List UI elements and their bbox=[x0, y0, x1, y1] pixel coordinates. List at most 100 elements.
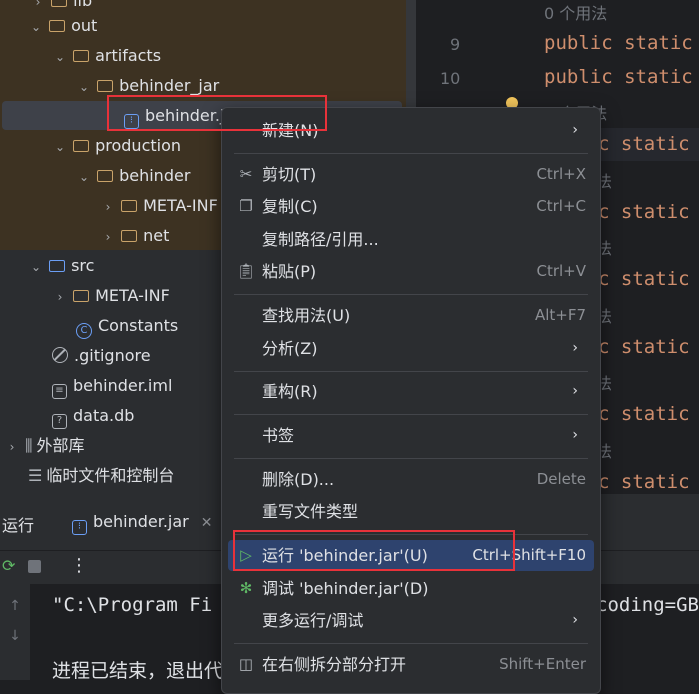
ignore-file-icon bbox=[52, 347, 68, 363]
folder-icon bbox=[97, 170, 114, 182]
tree-item-label: lib bbox=[73, 0, 93, 10]
menu-item-analyze[interactable]: 分析(Z) › bbox=[228, 333, 594, 364]
chevron-right-icon: › bbox=[105, 230, 111, 244]
tree-item-net[interactable]: › net bbox=[100, 221, 170, 251]
tree-item-label: out bbox=[71, 16, 98, 35]
tree-item-scratches[interactable]: ☰ 临时文件和控制台 bbox=[28, 461, 174, 491]
tree-item-label: artifacts bbox=[95, 46, 162, 65]
menu-item-cut[interactable]: ✂ 剪切(T) Ctrl+X bbox=[228, 159, 594, 190]
tree-item-out[interactable]: ⌄ out bbox=[28, 11, 97, 41]
menu-item-refactor[interactable]: 重构(R) › bbox=[228, 376, 594, 407]
menu-shortcut: Ctrl+X bbox=[536, 165, 586, 183]
tree-item-constants[interactable]: C Constants bbox=[76, 311, 178, 341]
menu-shortcut: Delete bbox=[536, 470, 586, 488]
usage-hint[interactable]: 0 个用法 bbox=[544, 0, 607, 24]
tab-behinder-jar[interactable]: ⁝ behinder.jar ✕ bbox=[58, 506, 212, 538]
tree-item-meta-inf-src[interactable]: › META-INF bbox=[52, 281, 170, 311]
menu-item-label: 分析(Z) bbox=[262, 339, 318, 358]
tree-item-data-db[interactable]: ? data.db bbox=[52, 401, 134, 431]
run-panel-title: 运行 bbox=[2, 516, 35, 535]
folder-icon bbox=[49, 20, 66, 32]
menu-item-find-usages[interactable]: 查找用法(U) Alt+F7 bbox=[228, 300, 594, 331]
tree-item-label: behinder bbox=[119, 166, 191, 185]
tree-item-label: behinder.iml bbox=[73, 376, 173, 395]
arrow-up-icon[interactable]: ↑ bbox=[0, 598, 30, 614]
menu-item-label: 粘贴(P) bbox=[262, 262, 317, 281]
code-line: c static bbox=[598, 133, 690, 155]
menu-item-debug[interactable]: ✻ 调试 'behinder.jar'(D) bbox=[228, 573, 594, 604]
tree-item-label: 外部库 bbox=[36, 436, 85, 455]
tree-item-label: src bbox=[71, 256, 95, 275]
tree-item-external-libraries[interactable]: › ⫼ 外部库 bbox=[4, 431, 85, 461]
code-line: c static bbox=[598, 201, 690, 223]
chevron-right-icon: › bbox=[572, 122, 578, 138]
unknown-file-icon: ? bbox=[52, 414, 67, 429]
menu-item-open-split-right[interactable]: ◫ 在右侧拆分部分打开 Shift+Enter bbox=[228, 649, 594, 680]
folder-icon bbox=[121, 200, 138, 212]
menu-item-label: 复制路径/引用... bbox=[262, 230, 379, 249]
folder-icon bbox=[73, 290, 90, 302]
chevron-down-icon: ⌄ bbox=[30, 260, 42, 274]
scratches-icon: ☰ bbox=[28, 466, 43, 485]
tree-item-label: META-INF bbox=[95, 286, 170, 305]
tree-item-gitignore[interactable]: .gitignore bbox=[52, 341, 151, 371]
chevron-right-icon: › bbox=[572, 340, 578, 356]
menu-item-label: 重构(R) bbox=[262, 382, 318, 401]
menu-item-label: 调试 'behinder.jar'(D) bbox=[262, 579, 429, 598]
library-icon: ⫼ bbox=[25, 436, 33, 455]
tree-item-behinder-iml[interactable]: ≡ behinder.iml bbox=[52, 371, 172, 401]
tree-item-artifacts[interactable]: ⌄ artifacts bbox=[52, 41, 161, 71]
menu-item-bookmarks[interactable]: 书签 › bbox=[228, 420, 594, 451]
menu-shortcut: Shift+Enter bbox=[499, 655, 586, 673]
chevron-right-icon: › bbox=[572, 383, 578, 399]
tree-item-label: .gitignore bbox=[74, 346, 151, 365]
folder-icon bbox=[51, 0, 68, 7]
menu-item-paste[interactable]: 📋︎ 粘贴(P) Ctrl+V bbox=[228, 256, 594, 287]
menu-item-delete[interactable]: 删除(D)... Delete bbox=[228, 464, 594, 495]
chevron-down-icon: ⌄ bbox=[54, 50, 66, 64]
menu-shortcut: Alt+F7 bbox=[534, 306, 586, 324]
tree-item-src[interactable]: ⌄ src bbox=[28, 251, 94, 281]
tree-item-label: net bbox=[143, 226, 170, 245]
menu-item-label: 在右侧拆分部分打开 bbox=[262, 655, 407, 674]
arrow-down-icon[interactable]: ↓ bbox=[0, 628, 30, 644]
split-icon: ◫ bbox=[238, 655, 254, 673]
rerun-icon[interactable]: ⟳ bbox=[2, 556, 15, 575]
console-line: "C:\Program Fi bbox=[52, 594, 213, 616]
console-line: coding=GB bbox=[596, 594, 699, 616]
tree-item-production[interactable]: ⌄ production bbox=[52, 131, 181, 161]
chevron-down-icon: ⌄ bbox=[54, 140, 66, 154]
menu-separator bbox=[234, 643, 588, 644]
close-icon[interactable]: ✕ bbox=[201, 515, 213, 531]
chevron-down-icon: ⌄ bbox=[30, 20, 42, 34]
scissors-icon: ✂ bbox=[239, 165, 253, 183]
stop-icon[interactable] bbox=[28, 560, 41, 573]
code-line: c static bbox=[598, 471, 690, 493]
context-menu: 新建(N) › ✂ 剪切(T) Ctrl+X ❐ 复制(C) Ctrl+C 复制… bbox=[221, 107, 601, 694]
chevron-right-icon: › bbox=[572, 612, 578, 628]
menu-item-label: 更多运行/调试 bbox=[262, 611, 364, 630]
folder-icon bbox=[121, 230, 138, 242]
menu-item-copy-path[interactable]: 复制路径/引用... bbox=[228, 224, 594, 255]
jar-file-icon: ⁝ bbox=[72, 520, 87, 535]
menu-item-label: 复制(C) bbox=[262, 197, 318, 216]
menu-shortcut: Ctrl+C bbox=[536, 197, 586, 215]
code-line: c static bbox=[598, 403, 690, 425]
tree-item-label: production bbox=[95, 136, 182, 155]
menu-item-label: 重写文件类型 bbox=[262, 502, 359, 521]
debug-icon: ✻ bbox=[239, 579, 253, 597]
tree-item-meta-inf-out[interactable]: › META-INF bbox=[100, 191, 218, 221]
menu-separator bbox=[234, 371, 588, 372]
console-line: 进程已结束，退出代 bbox=[52, 660, 224, 682]
highlight-box-jar-file bbox=[107, 95, 327, 131]
menu-item-copy[interactable]: ❐ 复制(C) Ctrl+C bbox=[228, 191, 594, 222]
class-icon: C bbox=[76, 323, 92, 339]
tree-item-behinder[interactable]: ⌄ behinder bbox=[76, 161, 190, 191]
code-line: c static bbox=[598, 336, 690, 358]
menu-item-override-file-type[interactable]: 重写文件类型 bbox=[228, 496, 594, 527]
menu-separator bbox=[234, 458, 588, 459]
file-icon: ≡ bbox=[52, 384, 67, 399]
code-line: public static bbox=[544, 32, 693, 54]
more-options-icon[interactable]: ⋮ bbox=[70, 555, 88, 576]
menu-item-more-run-debug[interactable]: 更多运行/调试 › bbox=[228, 605, 594, 636]
